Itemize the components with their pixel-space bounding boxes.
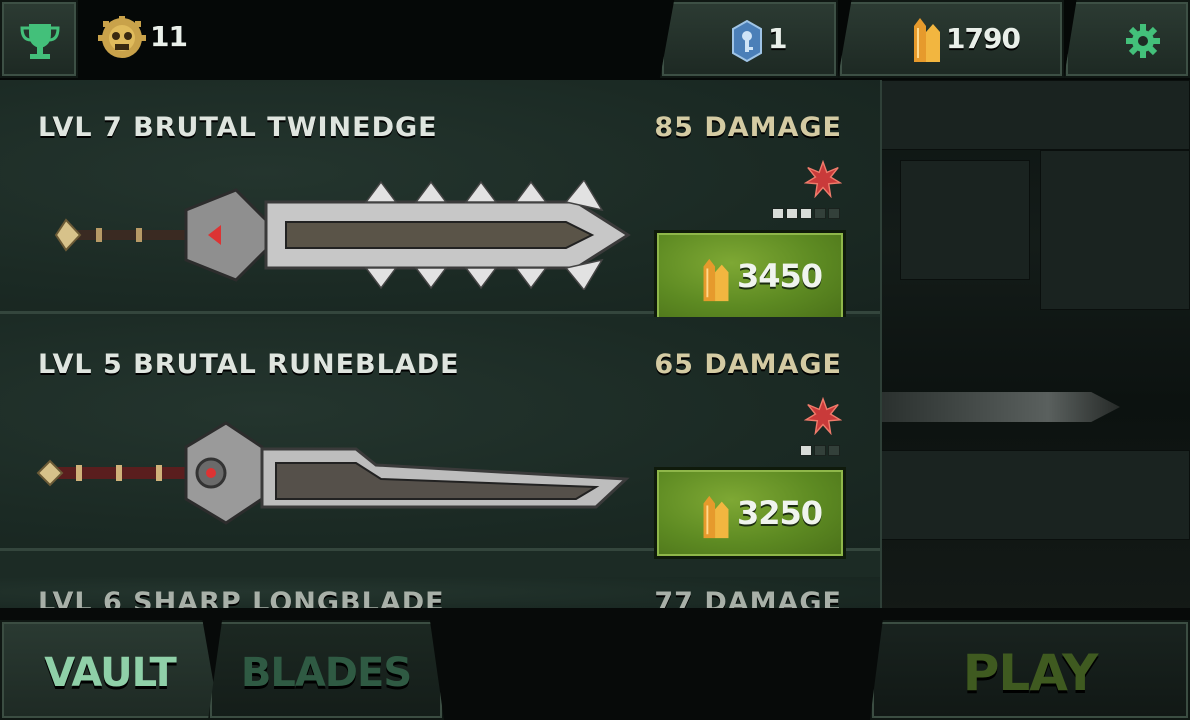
blade-damage: 77 DAMAGE — [654, 587, 842, 608]
blade-card[interactable]: LVL 5 BRUTAL RUNEBLADE 65 DAMAGE 3250 — [0, 317, 880, 559]
level-pip — [828, 208, 840, 219]
damage-burst-icon — [804, 397, 842, 435]
trophy-icon — [20, 24, 60, 59]
runeblade-sword-image — [36, 421, 630, 525]
level-pip — [814, 445, 826, 456]
tab-blades-label: BLADES — [240, 650, 412, 696]
blade-card[interactable]: LVL 6 SHARP LONGBLADE 77 DAMAGE — [0, 577, 880, 608]
blade-damage: 85 DAMAGE — [654, 112, 842, 143]
damage-burst-icon — [804, 160, 842, 198]
buy-price: 3450 — [737, 257, 823, 295]
blade-list[interactable]: LVL 7 BRUTAL TWINEDGE 85 DAMAGE 3450 LVL… — [0, 80, 882, 608]
blade-title: LVL 6 SHARP LONGBLADE — [38, 587, 445, 608]
blade-title: LVL 7 BRUTAL TWINEDGE — [38, 112, 438, 143]
blade-level-bar — [772, 208, 840, 219]
level-pip — [800, 208, 812, 219]
key-icon — [732, 20, 762, 62]
twinedge-sword-image — [54, 180, 631, 290]
tab-blades[interactable]: BLADES — [208, 620, 444, 720]
level-pip — [814, 208, 826, 219]
buy-button[interactable]: 3450 — [654, 230, 846, 322]
blade-damage: 65 DAMAGE — [654, 349, 842, 380]
blade-card[interactable]: LVL 7 BRUTAL TWINEDGE 85 DAMAGE 3450 — [0, 80, 880, 322]
trophy-button[interactable] — [0, 0, 78, 78]
tab-vault-label: VAULT — [44, 650, 177, 696]
buy-button[interactable]: 3250 — [654, 467, 846, 559]
gem-icon — [703, 495, 729, 539]
blade-title: LVL 5 BRUTAL RUNEBLADE — [38, 349, 460, 380]
tab-vault[interactable]: VAULT — [0, 620, 220, 720]
level-pip — [828, 445, 840, 456]
play-label: PLAY — [962, 644, 1099, 702]
gem-icon — [703, 258, 729, 302]
top-bar: 11 1 1790 — [0, 0, 1190, 80]
keys-counter[interactable]: 1 — [660, 0, 838, 78]
bottom-bar: VAULT BLADES PLAY — [0, 608, 1190, 720]
background-scene — [880, 80, 1190, 620]
play-button[interactable]: PLAY — [870, 620, 1190, 720]
keys-count: 1 — [768, 22, 788, 55]
level-pip — [800, 445, 812, 456]
gear-icon — [1126, 24, 1160, 58]
buy-price: 3250 — [737, 494, 823, 532]
level-pip — [772, 208, 784, 219]
settings-button[interactable] — [1064, 0, 1190, 78]
gems-count: 1790 — [946, 22, 1021, 55]
skull-count: 11 — [150, 20, 188, 53]
gems-counter[interactable]: 1790 — [838, 0, 1064, 78]
blade-level-bar — [800, 445, 840, 456]
gem-icon — [914, 18, 940, 62]
skull-icon — [98, 16, 146, 58]
level-pip — [786, 208, 798, 219]
background-blade — [880, 392, 1120, 422]
